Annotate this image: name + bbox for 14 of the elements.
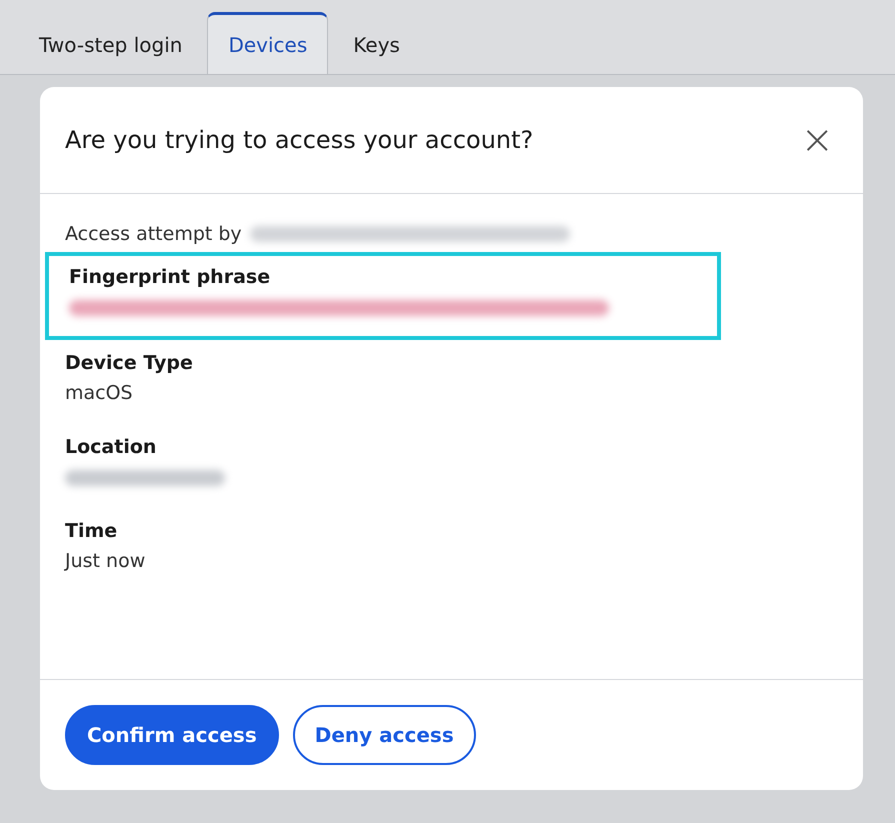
confirm-button[interactable]: Confirm access	[65, 705, 279, 765]
close-button[interactable]: ×	[796, 120, 838, 160]
field-label: Device Type	[65, 352, 194, 374]
field-value: macOS	[65, 382, 134, 404]
deny-button[interactable]: Deny access	[292, 705, 476, 765]
field-value: Just now	[65, 550, 146, 572]
dialog-title: Are you trying to access your account?	[65, 126, 534, 154]
tab[interactable]: Devices	[207, 12, 328, 74]
field-label: Time	[65, 520, 118, 542]
field-label: Location	[65, 436, 158, 458]
tab[interactable]: Two-step login	[18, 12, 204, 74]
attempt-label: Access attempt by	[65, 223, 242, 245]
tab[interactable]: Keys	[332, 12, 421, 74]
field-label: Fingerprint phrase	[69, 266, 272, 288]
